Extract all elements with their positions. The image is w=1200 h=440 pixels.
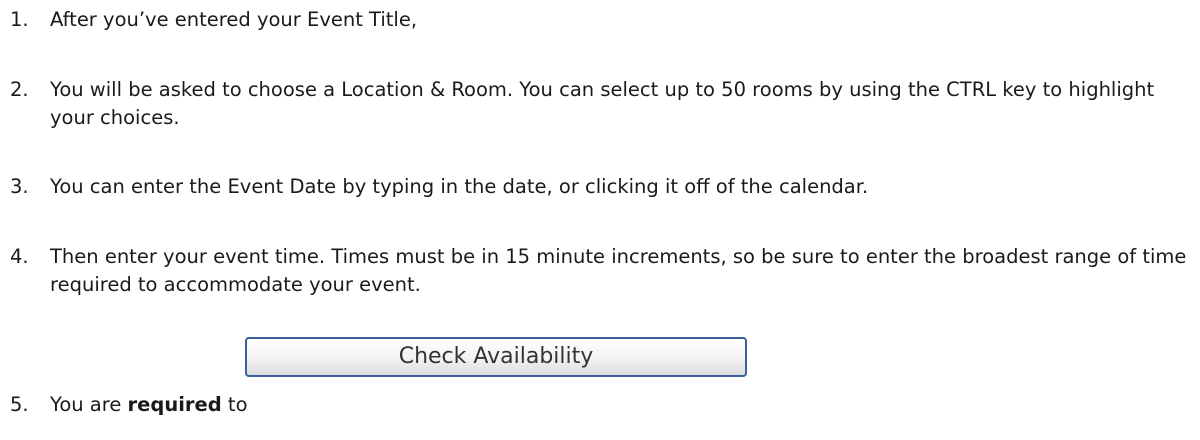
instruction-text-before: You are <box>50 393 128 416</box>
instruction-text: Then enter your event time. Times must b… <box>50 245 1187 296</box>
instruction-number: 2. <box>10 78 29 101</box>
required-emphasis: required <box>127 393 222 416</box>
check-availability-button[interactable]: Check Availability <box>245 337 747 377</box>
instruction-item-4: 4. Then enter your event time. Times mus… <box>10 243 1190 299</box>
instruction-number: 4. <box>10 245 29 268</box>
instruction-item-1: 1. After you’ve entered your Event Title… <box>10 6 1190 34</box>
instruction-text: You are required to <box>50 391 1190 419</box>
instruction-item-5: 5. You are required to <box>10 391 1190 419</box>
instruction-number: 5. <box>10 393 29 416</box>
instruction-text: You will be asked to choose a Location &… <box>50 78 1155 129</box>
instruction-item-2: 2. You will be asked to choose a Locatio… <box>10 76 1190 132</box>
instruction-number: 3. <box>10 175 29 198</box>
instruction-item-3: 3. You can enter the Event Date by typin… <box>10 173 1190 201</box>
instruction-text-after: to <box>221 393 248 416</box>
instruction-number: 1. <box>10 8 29 31</box>
instruction-text: After you’ve entered your Event Title, <box>50 8 418 31</box>
instruction-text: You can enter the Event Date by typing i… <box>50 175 869 198</box>
page: { "instructions": [ {"number": "1.", "te… <box>0 0 1200 440</box>
